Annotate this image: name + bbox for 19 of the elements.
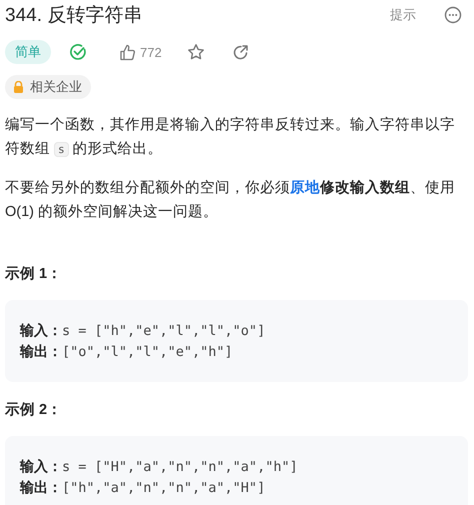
thumbs-up-icon[interactable]	[119, 44, 136, 60]
link[interactable]: 原地	[290, 180, 320, 196]
description-text: 不要给另外的数组分配额外的空间，你必须原地修改输入数组、使用 O(1) 的额外空间解决这一问题。	[5, 178, 456, 222]
star-icon[interactable]	[186, 43, 205, 61]
example-line: 输出：["o","l","l","e","h"]	[20, 342, 234, 362]
company-tag[interactable]: 相关企业	[5, 75, 91, 99]
example-line: 输出：["h","a","n","n","a","H"]	[20, 478, 266, 498]
hint-button[interactable]: 提示	[390, 6, 416, 24]
more-icon[interactable]	[444, 6, 462, 24]
example-line: 输入：s = ["H","a","n","n","a","h"]	[20, 457, 299, 477]
description-text: 编写一个函数，其作用是将输入的字符串反转过来。输入字符串以字符数组 s 的形式给出。	[5, 116, 456, 159]
example-line: 输入：s = ["h","e","l","l","o"]	[20, 321, 266, 341]
example-heading: 示例 2：	[5, 401, 64, 419]
lock-icon	[13, 81, 24, 93]
share-icon[interactable]	[232, 44, 249, 60]
example-heading: 示例 1：	[5, 265, 64, 283]
problem-title: 344. 反转字符串	[5, 4, 144, 28]
like-count: 772	[140, 44, 162, 60]
difficulty-badge: 简单	[5, 40, 51, 64]
